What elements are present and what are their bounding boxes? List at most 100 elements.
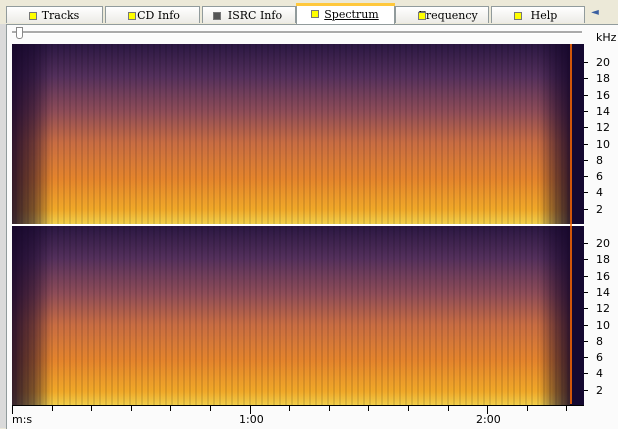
spectrogram-channel-2 (12, 226, 584, 406)
y-axis-unit: kHz (596, 31, 617, 44)
tab-spectrum[interactable]: Spectrum (296, 3, 395, 24)
y-tick-mark (584, 78, 588, 80)
y-tick-label: 20 (596, 56, 610, 69)
y-tick-mark (584, 275, 588, 277)
y-tick-mark (584, 243, 588, 244)
y-tick: 8 (584, 334, 618, 348)
end-marker-line (570, 44, 572, 404)
y-tick-mark (584, 291, 588, 293)
y-tick: 2 (584, 383, 618, 397)
tab-label: Frequency (418, 8, 478, 22)
y-tick-mark (584, 259, 588, 261)
y-tick-label: 6 (596, 170, 603, 184)
time-tick (408, 406, 409, 411)
y-tick-mark (584, 192, 588, 194)
time-tick (289, 406, 290, 411)
yellow-square-icon (29, 12, 37, 20)
y-tick-mark (584, 308, 588, 310)
y-tick-label: 12 (596, 121, 610, 135)
tab-isrc-info[interactable]: ISRC Info (202, 6, 296, 23)
y-tick-label: 16 (596, 269, 610, 283)
y-tick: 18 (584, 253, 618, 267)
y-tick: 10 (584, 318, 618, 332)
y-tick: 14 (584, 104, 618, 118)
y-tick-label: 16 (596, 88, 610, 102)
y-tick-label: 2 (596, 383, 603, 397)
tab-bar: Tracks CD Info ISRC Info Spectrum Freque… (0, 0, 618, 33)
yellow-square-icon (128, 12, 136, 20)
y-tick-label: 20 (596, 237, 610, 250)
tab-label: Tracks (41, 8, 80, 22)
y-tick: 6 (584, 351, 618, 364)
y-tick-mark (584, 373, 588, 375)
time-axis: m:s 1:00 2:00 (12, 405, 584, 429)
tab-label: Spectrum (324, 7, 379, 21)
y-tick: 20 (584, 56, 618, 69)
y-tick-label: 4 (596, 186, 603, 200)
tab-help[interactable]: Help (491, 6, 585, 23)
y-tick-label: 12 (596, 302, 610, 316)
y-tick: 18 (584, 72, 618, 86)
y-tick: 16 (584, 269, 618, 283)
y-tick-label: 10 (596, 137, 610, 151)
time-tick (368, 406, 369, 411)
time-tick (448, 406, 449, 411)
y-tick: 16 (584, 88, 618, 102)
y-tick-label: 18 (596, 253, 610, 267)
y-tick-mark (584, 208, 588, 210)
y-tick: 20 (584, 237, 618, 250)
tab-label: ISRC Info (227, 8, 283, 22)
y-tick-mark (584, 324, 588, 326)
tab-frequency[interactable]: Frequency (395, 6, 489, 23)
y-tick: 14 (584, 285, 618, 299)
y-tick-label: 14 (596, 285, 610, 299)
y-tick-label: 10 (596, 318, 610, 332)
y-tick: 4 (584, 367, 618, 381)
y-tick: 12 (584, 121, 618, 135)
y-tick-mark (584, 62, 588, 63)
y-tick-mark (584, 94, 588, 96)
y-tick-label: 8 (596, 334, 603, 348)
y-tick-mark (584, 159, 588, 161)
time-tick-label: 1:00 (239, 413, 264, 426)
time-tick (527, 406, 528, 411)
y-tick-label: 18 (596, 72, 610, 86)
time-tick-label: 2:00 (476, 413, 501, 426)
y-tick: 4 (584, 186, 618, 200)
time-tick (329, 406, 330, 411)
scroll-left-icon[interactable]: ◄ (588, 6, 602, 20)
time-tick (566, 406, 567, 411)
y-tick-mark (584, 110, 588, 112)
y-tick: 8 (584, 153, 618, 167)
time-tick (12, 406, 13, 414)
y-tick-mark (584, 127, 588, 129)
yellow-square-icon (311, 10, 319, 18)
y-tick-label: 4 (596, 367, 603, 381)
time-axis-unit: m:s (12, 413, 33, 426)
y-tick-mark (584, 176, 588, 178)
time-tick (210, 406, 211, 411)
y-tick: 10 (584, 137, 618, 151)
y-tick-label: 2 (596, 202, 603, 216)
yellow-square-icon (514, 12, 522, 20)
time-tick (91, 406, 92, 411)
position-slider[interactable] (12, 31, 582, 34)
tab-label: CD Info (137, 8, 180, 22)
y-tick-mark (584, 143, 588, 145)
y-tick: 2 (584, 202, 618, 216)
tab-tracks[interactable]: Tracks (6, 6, 103, 23)
y-tick-mark (584, 357, 588, 359)
y-tick-mark (584, 389, 588, 391)
y-tick: 12 (584, 302, 618, 316)
position-slider-thumb[interactable] (16, 27, 23, 39)
spectrogram-channel-1 (12, 44, 584, 224)
y-tick-label: 8 (596, 153, 603, 167)
yellow-square-icon (418, 12, 426, 20)
tab-label: Help (530, 8, 558, 22)
y-tick: 6 (584, 170, 618, 184)
time-tick (170, 406, 171, 411)
tab-scroll-arrows: ◄ ► (588, 5, 618, 33)
y-tick-label: 14 (596, 104, 610, 118)
gray-square-icon (213, 12, 221, 20)
tab-cd-info[interactable]: CD Info (105, 6, 200, 23)
